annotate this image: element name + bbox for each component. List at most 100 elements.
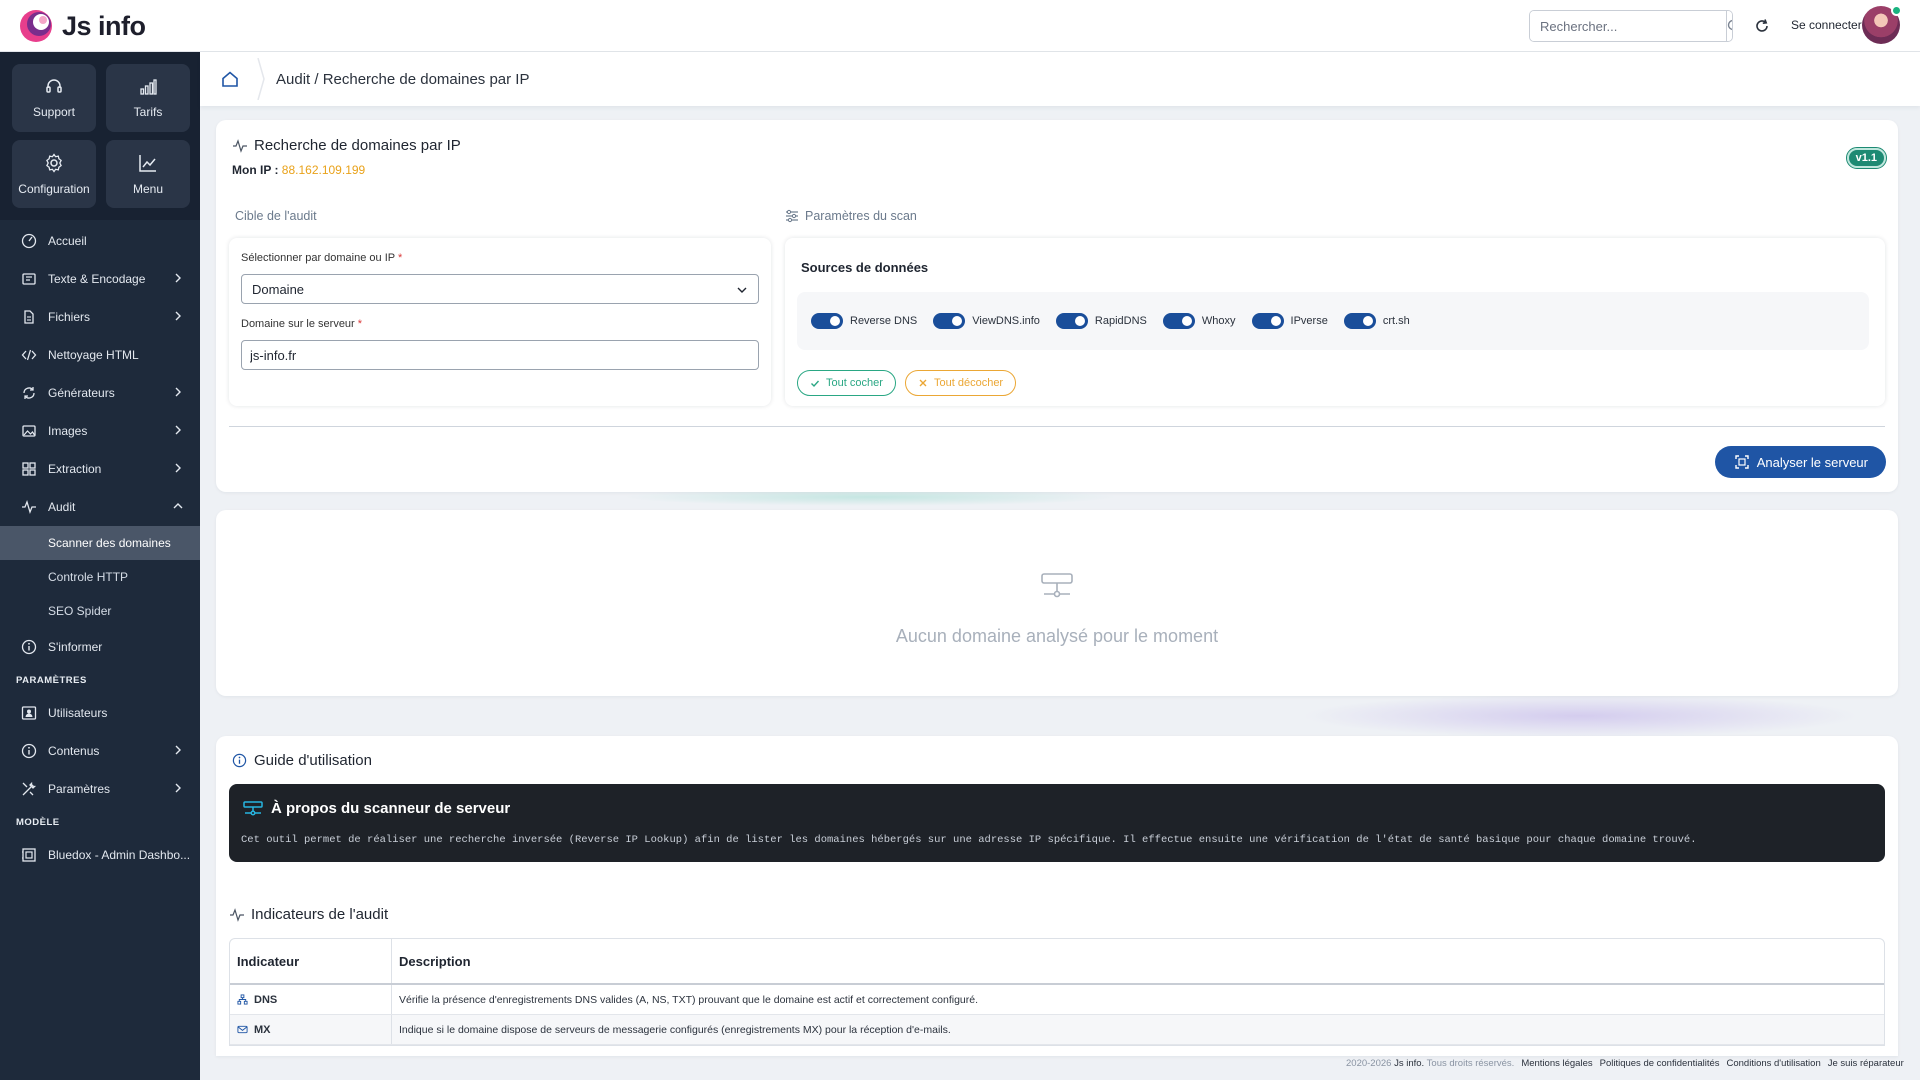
uncheck-all-button[interactable]: Tout décocher [905,370,1017,396]
quick-support[interactable]: Support [12,64,96,132]
analyze-label: Analyser le serveur [1756,454,1868,470]
source-label: RapidDNS [1094,315,1147,327]
search-input[interactable] [1530,11,1726,41]
page-footer: 2020-2026 Js info. Tous droits réservés.… [1346,1058,1904,1069]
quick-tarifs[interactable]: Tarifs [106,64,190,132]
sidebar-item-extraction[interactable]: Extraction [0,450,200,488]
sidebar-subitem-seo[interactable]: SEO Spider [0,594,200,628]
toggle-switch[interactable] [933,313,966,329]
sidebar-item-fichiers[interactable]: Fichiers [0,298,200,336]
quick-label: Support [32,105,76,119]
image-icon [22,425,36,437]
audit-card: Recherche de domaines par IP Mon IP : 88… [216,120,1898,492]
footer-rights: Tous droits réservés. [1426,1058,1515,1069]
quick-label: Menu [132,182,164,196]
sidebar-item-informer[interactable]: S'informer [0,628,200,666]
target-form: Sélectionner par domaine ou IP * Domaine… [229,238,771,406]
refresh-button[interactable] [1752,16,1772,36]
source-toggle-ipverse[interactable]: IPverse [1251,313,1328,329]
params-title-text: Paramètres du scan [805,209,917,223]
nav-section-parametres: PARAMÈTRES [16,674,87,686]
sidebar-subitem-scanner[interactable]: Scanner des domaines [0,526,200,560]
search-button[interactable] [1726,11,1732,41]
toggle-switch[interactable] [811,313,843,329]
indicators-title-text: Indicateurs de l'audit [251,906,389,923]
chevron-right-icon [175,745,181,755]
col-description: Description [399,953,471,969]
table-row: MX Indique si le domaine dispose de serv… [230,1015,1884,1045]
chevron-right-icon [175,425,181,435]
sidebar-item-generateurs[interactable]: Générateurs [0,374,200,412]
table-row: DNS Vérifie la présence d'enregistrement… [230,985,1884,1015]
home-button[interactable] [220,69,240,89]
sidebar-subitem-controle[interactable]: Controle HTTP [0,560,200,594]
sources-list: Reverse DNS ViewDNS.info RapidDNS Whoxy … [797,292,1869,350]
footer-link-privacy[interactable]: Politiques de confidentialités [1600,1058,1720,1069]
required-mark: * [357,318,363,330]
source-toggle-rapiddns[interactable]: RapidDNS [1055,313,1147,329]
footer-link-terms[interactable]: Conditions d'utilisation [1727,1058,1821,1069]
sidebar-item-contenus[interactable]: Contenus [0,732,200,770]
source-toggle-viewdns[interactable]: ViewDNS.info [933,313,1040,329]
decor-glow [1300,694,1860,738]
toggle-switch[interactable] [1162,313,1195,329]
sidebar-item-parametres[interactable]: Paramètres [0,770,200,808]
footer-brand[interactable]: Js info. [1394,1058,1424,1069]
sidebar-item-audit[interactable]: Audit [0,488,200,526]
my-ip-value[interactable]: 88.162.109.199 [282,163,365,177]
chevron-right-icon [175,463,181,473]
source-label: Reverse DNS [850,315,918,327]
results-card: Aucun domaine analysé pour le moment [216,510,1898,696]
sidebar-item-label: Accueil [48,234,87,248]
sidebar: Support Tarifs Configuration Menu Accuei… [0,52,200,1080]
sidebar-item-images[interactable]: Images [0,412,200,450]
breadcrumb-separator [257,58,265,100]
sidebar-item-label: Utilisateurs [48,706,108,720]
chevron-right-icon [175,311,181,321]
analyze-server-button[interactable]: Analyser le serveur [1714,446,1886,478]
source-label: IPverse [1290,315,1328,327]
chevron-right-icon [175,783,181,793]
guide-title-text: Guide d'utilisation [254,752,372,769]
sidebar-item-texte[interactable]: Texte & Encodage [0,260,200,298]
footer-link-mentions[interactable]: Mentions légales [1521,1058,1592,1069]
check-icon [811,380,820,388]
logo-icon [18,8,54,44]
chevron-right-icon [175,387,181,397]
sidebar-item-accueil[interactable]: Accueil [0,222,200,260]
info-icon [21,743,37,759]
pulse-icon [233,138,247,153]
quick-configuration[interactable]: Configuration [12,140,96,208]
about-description: Cet outil permet de réaliser une recherc… [241,834,1697,846]
app-logo[interactable]: Js info [18,8,146,44]
sidebar-item-label: Bluedox - Admin Dashbo... [48,848,191,862]
target-title-text: Cible de l'audit [235,209,317,223]
quick-menu[interactable]: Menu [106,140,190,208]
domain-input[interactable] [241,340,759,370]
description-cell: Indique si le domaine dispose de serveur… [399,1023,951,1036]
copyright-years: 2020-2026 [1346,1058,1392,1069]
login-link[interactable]: Se connecter [1791,18,1862,32]
avatar[interactable] [1862,5,1902,44]
refresh-icon [1756,19,1768,32]
domain-ip-select[interactable]: Domaine [241,274,759,304]
sidebar-item-utilisateurs[interactable]: Utilisateurs [0,694,200,732]
toggle-switch[interactable] [1343,313,1376,329]
toggle-switch[interactable] [1055,313,1088,329]
sidebar-item-nettoyage[interactable]: Nettoyage HTML [0,336,200,374]
source-toggle-crtsh[interactable]: crt.sh [1343,313,1410,329]
headset-icon [46,79,62,93]
source-toggle-whoxy[interactable]: Whoxy [1162,313,1236,329]
footer-link-repairer[interactable]: Je suis réparateur [1828,1058,1904,1069]
source-toggle-reverse-dns[interactable]: Reverse DNS [811,313,917,329]
search-box [1529,10,1733,42]
pulse-icon [22,500,36,514]
sidebar-item-label: S'informer [48,640,103,654]
file-icon [24,310,34,324]
sidebar-item-bluedox[interactable]: Bluedox - Admin Dashbo... [0,836,200,874]
audit-title: Recherche de domaines par IP [232,137,461,154]
chevron-down-icon [737,287,747,293]
check-all-button[interactable]: Tout cocher [797,370,896,396]
source-label: crt.sh [1382,315,1410,327]
toggle-switch[interactable] [1251,313,1284,329]
